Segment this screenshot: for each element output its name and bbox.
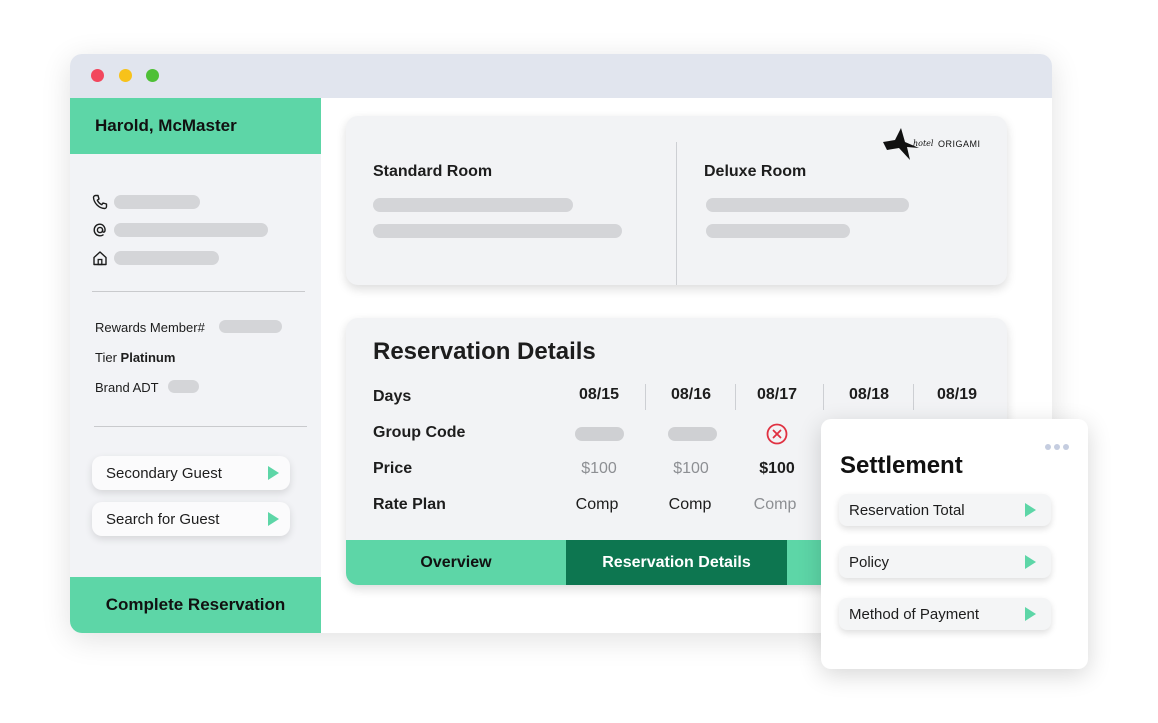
guest-name: Harold, McMaster — [95, 116, 237, 135]
rewards-member-placeholder — [219, 320, 282, 333]
tier-row: Tier Platinum — [95, 350, 175, 365]
hotel-origami-logo: hotel ORIGAMI — [883, 128, 987, 162]
column-divider — [645, 384, 646, 410]
brand-label: Brand ADT — [95, 380, 159, 395]
complete-reservation-button[interactable]: Complete Reservation — [70, 577, 321, 633]
guest-header: Harold, McMaster — [70, 98, 321, 154]
play-arrow-icon — [268, 512, 279, 526]
tier-value: Platinum — [120, 350, 176, 365]
maximize-window-button[interactable] — [146, 69, 159, 82]
sidebar-divider — [92, 291, 305, 292]
day-header: 08/19 — [936, 386, 978, 403]
standard-room-placeholder — [373, 198, 573, 212]
search-guest-label: Search for Guest — [106, 511, 220, 528]
rate-plan-cell: Comp — [575, 496, 619, 513]
method-of-payment-label: Method of Payment — [849, 606, 980, 623]
close-window-button[interactable] — [91, 69, 104, 82]
logo-script-text: hotel — [913, 139, 934, 148]
deluxe-room-placeholder — [706, 224, 850, 238]
price-label: Price — [373, 460, 413, 477]
column-divider — [913, 384, 914, 410]
play-arrow-icon — [268, 466, 279, 480]
group-code-placeholder — [575, 427, 624, 441]
rate-plan-cell: Comp — [753, 496, 797, 513]
room-types-card: Standard Room Deluxe Room hotel ORIGAMI — [346, 116, 1007, 285]
address-placeholder — [114, 251, 219, 265]
home-icon — [93, 251, 107, 266]
deluxe-room-title[interactable]: Deluxe Room — [704, 163, 806, 181]
more-options-icon[interactable] — [1045, 437, 1072, 455]
days-label: Days — [373, 388, 412, 405]
column-divider — [735, 384, 736, 410]
deluxe-room-placeholder — [706, 198, 909, 212]
price-cell: $100 — [759, 460, 795, 477]
group-code-label: Group Code — [373, 424, 466, 441]
secondary-guest-label: Secondary Guest — [106, 465, 222, 482]
complete-reservation-label: Complete Reservation — [105, 595, 286, 614]
play-arrow-icon — [1025, 607, 1036, 621]
settlement-panel: Settlement Reservation Total Policy Meth… — [821, 419, 1088, 669]
play-arrow-icon — [1025, 555, 1036, 569]
standard-room-placeholder — [373, 224, 622, 238]
price-cell: $100 — [673, 460, 709, 477]
search-guest-button[interactable]: Search for Guest — [92, 502, 290, 536]
brand-placeholder — [168, 380, 199, 393]
standard-room-title[interactable]: Standard Room — [373, 163, 492, 181]
tab-overview[interactable]: Overview — [346, 540, 566, 585]
tab-reservation-details[interactable]: Reservation Details — [566, 540, 787, 585]
guest-sidebar: Harold, McMaster Rewards Member# Tier Pl… — [70, 98, 321, 633]
price-cell: $100 — [581, 460, 617, 477]
secondary-guest-button[interactable]: Secondary Guest — [92, 456, 290, 490]
rewards-member-label: Rewards Member# — [95, 320, 205, 335]
reservation-total-label: Reservation Total — [849, 502, 965, 519]
logo-text: ORIGAMI — [938, 139, 981, 149]
room-divider — [676, 142, 677, 285]
play-arrow-icon — [1025, 503, 1036, 517]
rate-plan-cell: Comp — [668, 496, 712, 513]
method-of-payment-button[interactable]: Method of Payment — [839, 598, 1051, 630]
rate-plan-label: Rate Plan — [373, 496, 446, 513]
day-header: 08/18 — [848, 386, 890, 403]
contact-email-row — [92, 222, 292, 238]
rewards-member-row: Rewards Member# — [95, 320, 205, 335]
tier-label: Tier — [95, 350, 117, 365]
policy-label: Policy — [849, 554, 890, 571]
reservation-total-button[interactable]: Reservation Total — [839, 494, 1051, 526]
settlement-title: Settlement — [840, 452, 963, 479]
error-x-icon — [766, 423, 788, 445]
phone-placeholder — [114, 195, 200, 209]
column-divider — [823, 384, 824, 410]
sidebar-divider — [94, 426, 307, 427]
contact-address-row — [92, 250, 292, 266]
group-code-placeholder — [668, 427, 717, 441]
day-header: 08/17 — [756, 386, 798, 403]
at-sign-icon — [93, 223, 106, 237]
policy-button[interactable]: Policy — [839, 546, 1051, 578]
day-header: 08/16 — [670, 386, 712, 403]
day-header: 08/15 — [578, 386, 620, 403]
contact-phone-row — [92, 194, 292, 210]
brand-row: Brand ADT — [95, 380, 159, 395]
title-bar — [70, 54, 1052, 98]
minimize-window-button[interactable] — [119, 69, 132, 82]
email-placeholder — [114, 223, 268, 237]
reservation-details-title: Reservation Details — [373, 338, 596, 365]
phone-icon — [92, 194, 108, 210]
